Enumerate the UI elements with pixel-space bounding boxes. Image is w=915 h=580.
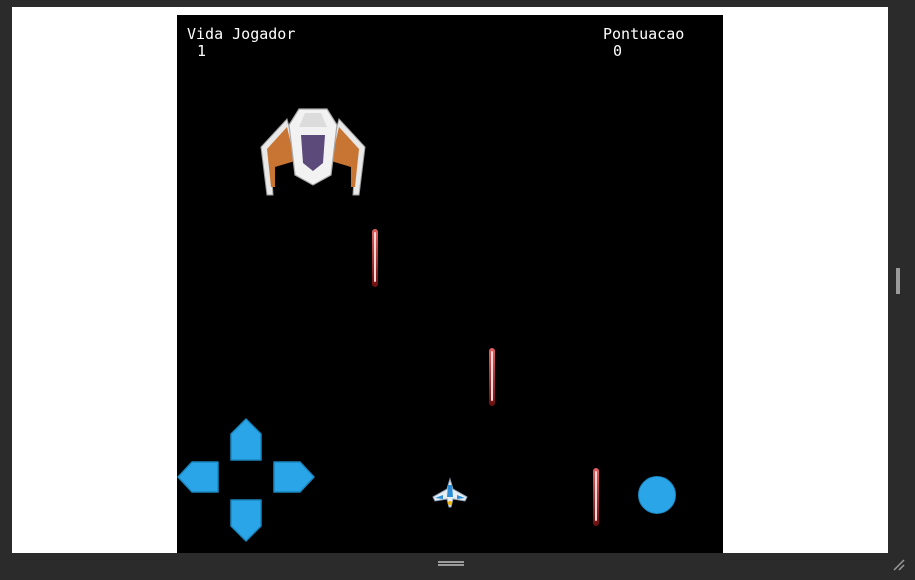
window-bottom-bar [0, 553, 915, 580]
fire-button[interactable] [638, 476, 676, 514]
life-value: 1 [197, 42, 207, 60]
arrow-left-icon[interactable] [177, 461, 219, 493]
score-label: Pontuacao [603, 25, 685, 43]
player-ship-icon [432, 477, 468, 508]
enemy-ship-icon [260, 108, 366, 196]
arrow-up-icon[interactable] [230, 418, 262, 462]
horizontal-resize-grip-icon[interactable] [438, 561, 464, 566]
window-top-bar [0, 0, 915, 7]
corner-resize-icon[interactable] [890, 556, 906, 572]
right-gutter [888, 7, 915, 553]
arrow-right-icon[interactable] [273, 461, 315, 493]
score-value: 0 [613, 42, 623, 60]
life-label: Vida Jogador [187, 25, 296, 43]
game-canvas[interactable]: Vida Jogador 1 Pontuacao 0 [177, 15, 723, 553]
laser-bolt-icon [593, 468, 599, 526]
laser-bolt-icon [489, 348, 495, 406]
arrow-down-icon[interactable] [230, 498, 262, 542]
laser-bolt-icon [372, 229, 378, 287]
vertical-resize-grip-icon[interactable] [896, 268, 900, 294]
